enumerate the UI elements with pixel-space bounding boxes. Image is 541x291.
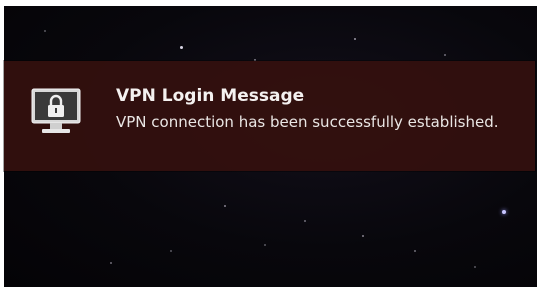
vpn-notification[interactable]: VPN Login Message VPN connection has bee… — [4, 61, 535, 171]
star — [224, 205, 226, 207]
star — [180, 46, 183, 49]
star — [414, 250, 416, 252]
star — [502, 210, 506, 214]
star — [354, 38, 356, 40]
star — [362, 235, 364, 237]
notification-title: VPN Login Message — [116, 86, 305, 106]
notification-body: VPN connection has been successfully est… — [116, 113, 499, 131]
star — [170, 250, 172, 252]
star — [304, 220, 306, 222]
star — [110, 262, 112, 264]
star — [474, 266, 476, 268]
star — [444, 54, 446, 56]
star — [44, 30, 46, 32]
star — [264, 244, 266, 246]
lock-monitor-icon — [30, 86, 82, 138]
screenshot-frame: VPN Login Message VPN connection has bee… — [0, 0, 541, 291]
